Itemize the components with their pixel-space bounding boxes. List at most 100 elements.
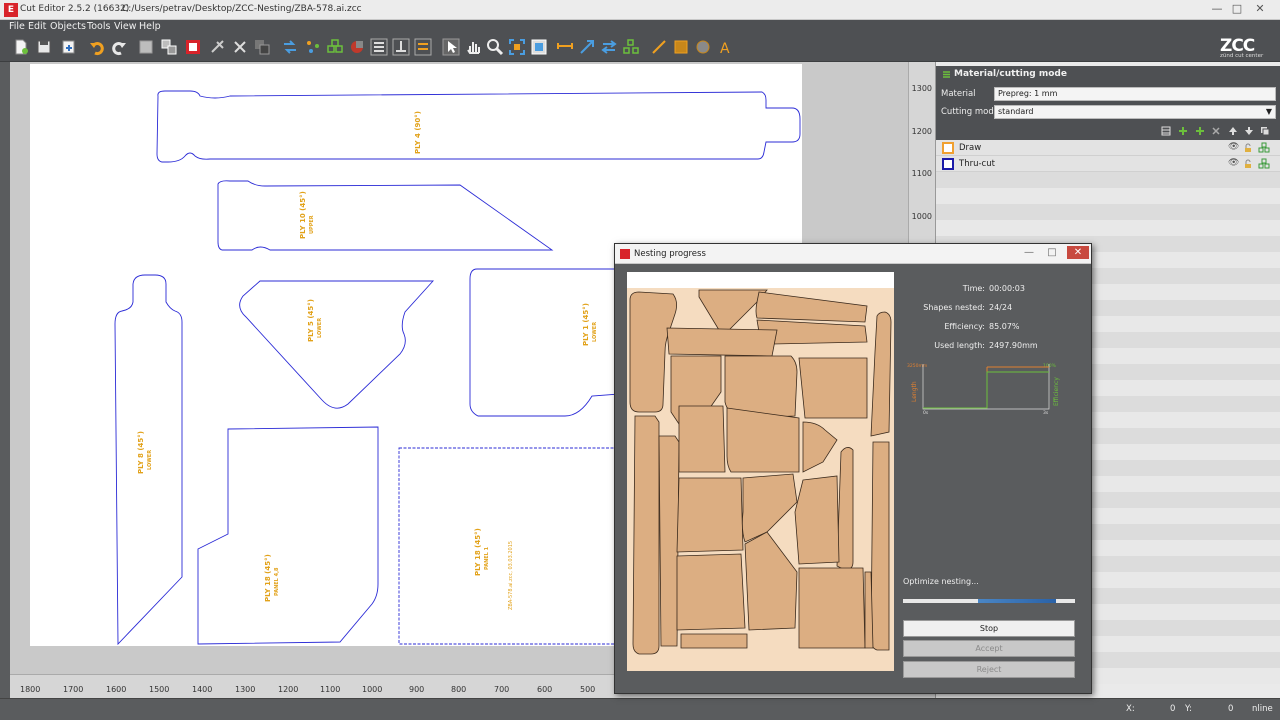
menu-file[interactable]: File [9,21,25,32]
copy-icon[interactable] [281,38,299,56]
move-down-icon[interactable] [1244,126,1254,136]
pan-icon[interactable] [464,38,482,56]
accept-button[interactable]: Accept [903,640,1075,657]
hruler-tick: 700 [494,685,510,694]
maximize-button[interactable]: □ [1228,2,1246,16]
shape-ply-4 [156,90,801,163]
move-up-icon[interactable] [1228,126,1238,136]
nesting-progress-dialog: Nesting progress — □ ✕ Time: 00:00:03 Sh… [614,243,1092,694]
add-sublayer-icon[interactable] [1178,126,1188,136]
layer-row-thru-cut[interactable]: Thru-cut 👁 [936,156,1280,172]
vector-icon[interactable] [578,38,596,56]
menu-view[interactable]: View [114,21,137,32]
lock-icon[interactable] [1243,143,1253,153]
progress-fill [978,599,1056,603]
nodes-icon[interactable] [326,38,344,56]
layer-row-draw[interactable]: Draw 👁 [936,140,1280,156]
zoom-fit-icon[interactable] [508,38,526,56]
cut-icon[interactable] [184,38,202,56]
layer-color-swatch[interactable] [942,158,954,170]
menu-tools[interactable]: Tools [87,21,110,32]
hruler-tick: 900 [409,685,425,694]
text-icon[interactable]: A [716,38,734,57]
label-ply-18-b-sub: PANEL 1 [484,546,490,570]
app-logo-icon: E [4,3,18,17]
shapes-nested-label: Shapes nested: [923,303,985,312]
remove-layer-icon[interactable] [1211,126,1221,136]
used-length-label: Used length: [934,341,985,350]
redo-icon[interactable] [110,38,128,56]
zcc-logo: ZCC zünd cut center [1220,36,1264,59]
stop-button[interactable]: Stop [903,620,1075,637]
group-icon[interactable] [137,38,155,56]
hruler-tick: 1700 [63,685,84,694]
zoom-icon[interactable] [486,38,504,56]
tool-settings-icon[interactable] [1258,158,1270,170]
dialog-title-bar: Nesting progress — □ ✕ [615,244,1091,264]
grid-icon[interactable] [348,38,366,56]
menu-edit[interactable]: Edit [28,21,46,32]
transform-icon[interactable] [231,38,249,56]
nest-icon[interactable] [209,38,227,56]
new-file-icon[interactable] [12,38,30,56]
material-label: Material [941,89,976,99]
label-ply-4: PLY 4 (90°) [414,111,422,154]
align-left-icon[interactable] [370,38,388,56]
cutting-mode-label: Cutting mode [941,107,999,117]
efficiency-label: Efficiency: [944,322,985,331]
ungroup-icon[interactable] [160,38,178,56]
align-center-icon[interactable] [392,38,410,56]
svg-text:A: A [720,41,730,56]
copy-layer-icon[interactable] [1260,126,1270,136]
tool-settings-icon[interactable] [1258,142,1270,154]
layer-list-stripe [936,204,1280,220]
material-field[interactable]: Prepreg: 1 mm [994,87,1276,101]
nested-parts-diagram [627,288,894,671]
layer-color-swatch[interactable] [942,142,954,154]
connection-status: nline [1252,704,1273,714]
close-button[interactable]: ✕ [1248,2,1272,16]
menu-help[interactable]: Help [139,21,161,32]
delete-icon[interactable] [253,38,271,56]
swap-icon[interactable] [600,38,618,56]
add-layer-icon[interactable] [1195,126,1205,136]
align-right-icon[interactable] [414,38,432,56]
minimize-button[interactable]: — [1208,2,1226,16]
zoom-all-icon[interactable] [530,38,548,56]
dialog-minimize-button[interactable]: — [1019,246,1039,259]
time-label: Time: [962,284,985,293]
line-icon[interactable] [650,38,668,56]
menu-objects[interactable]: Objects [50,21,86,32]
eye-icon[interactable]: 👁 [1228,142,1239,152]
layer-list-stripe [936,220,1280,236]
left-gutter [0,62,10,698]
main-toolbar: A [0,34,1280,62]
cutting-mode-select[interactable]: standard ▼ [994,105,1276,119]
eye-icon[interactable]: 👁 [1228,158,1239,168]
hruler-tick: 1400 [192,685,213,694]
chart-efficiency-axis: Efficiency [1053,377,1060,406]
vruler-tick: 1200 [911,127,932,136]
circle-icon[interactable] [694,38,712,56]
dialog-close-button[interactable]: ✕ [1067,246,1089,259]
label-ply-10: PLY 10 (45°) [299,191,307,239]
lock-icon[interactable] [1243,159,1253,169]
select-icon[interactable] [442,38,460,56]
import-icon[interactable] [60,38,78,56]
mirror-icon[interactable] [304,38,322,56]
save-icon[interactable] [35,38,53,56]
optimize-status: Optimize nesting... [903,577,979,586]
material-settings: Material Prepreg: 1 mm Cutting mode stan… [936,84,1280,122]
hruler-tick: 1300 [235,685,256,694]
rectangle-icon[interactable] [672,38,690,56]
layer-list-icon[interactable] [1161,126,1171,136]
chart-bottom-left: 0s [923,410,929,416]
reject-button[interactable]: Reject [903,661,1075,678]
hruler-tick: 1200 [278,685,299,694]
dialog-maximize-button[interactable]: □ [1041,246,1063,259]
measure-icon[interactable] [556,38,574,56]
network-icon[interactable] [622,38,640,56]
undo-icon[interactable] [88,38,106,56]
layers-icon [943,71,950,78]
status-bar: X: 0 Y: 0 nline [0,698,1280,720]
